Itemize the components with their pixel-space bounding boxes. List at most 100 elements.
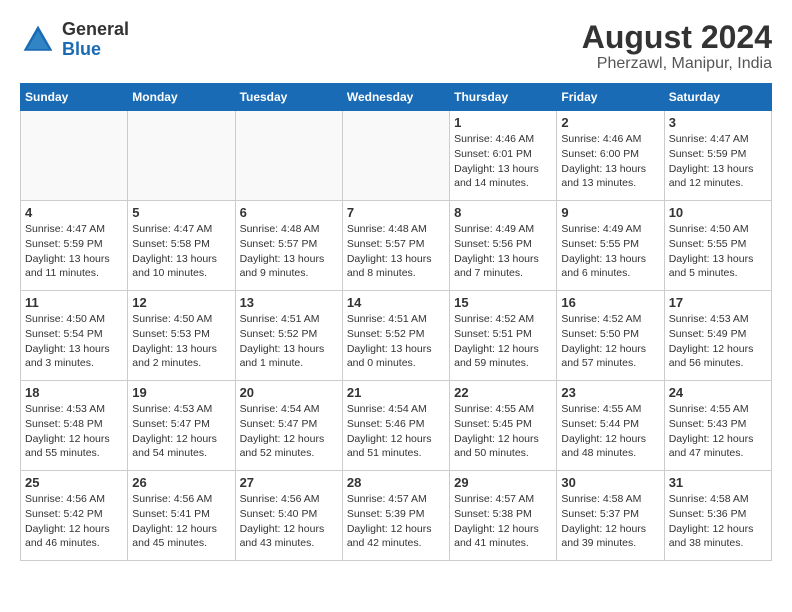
day-info: Sunrise: 4:48 AMSunset: 5:57 PMDaylight:… (347, 222, 445, 281)
calendar-cell: 24Sunrise: 4:55 AMSunset: 5:43 PMDayligh… (664, 381, 771, 471)
day-info: Sunrise: 4:53 AMSunset: 5:48 PMDaylight:… (25, 402, 123, 461)
day-info: Sunrise: 4:54 AMSunset: 5:46 PMDaylight:… (347, 402, 445, 461)
calendar-cell: 20Sunrise: 4:54 AMSunset: 5:47 PMDayligh… (235, 381, 342, 471)
page-subtitle: Pherzawl, Manipur, India (582, 55, 772, 73)
day-info: Sunrise: 4:57 AMSunset: 5:38 PMDaylight:… (454, 492, 552, 551)
calendar-cell: 9 Sunrise: 4:49 AMSunset: 5:55 PMDaylight… (557, 201, 664, 291)
calendar-table: SundayMondayTuesdayWednesdayThursdayFrid… (20, 83, 772, 561)
calendar-day-header-thursday: Thursday (450, 84, 557, 111)
day-info: Sunrise: 4:56 AMSunset: 5:42 PMDaylight:… (25, 492, 123, 551)
calendar-cell: 4Sunrise: 4:47 AMSunset: 5:59 PMDaylight… (21, 201, 128, 291)
day-number: 14 (347, 295, 445, 310)
calendar-cell: 27Sunrise: 4:56 AMSunset: 5:40 PMDayligh… (235, 471, 342, 561)
day-info: Sunrise: 4:55 AMSunset: 5:44 PMDaylight:… (561, 402, 659, 461)
week-row-3: 11Sunrise: 4:50 AMSunset: 5:54 PMDayligh… (21, 291, 772, 381)
calendar-cell: 25 Sunrise: 4:56 AMSunset: 5:42 PMDayligh… (21, 471, 128, 561)
page-header: General Blue August 2024 Pherzawl, Manip… (20, 20, 772, 73)
day-info: Sunrise: 4:52 AMSunset: 5:51 PMDaylight:… (454, 312, 552, 371)
calendar-header-row: SundayMondayTuesdayWednesdayThursdayFrid… (21, 84, 772, 111)
day-info: Sunrise: 4:53 AMSunset: 5:47 PMDaylight:… (132, 402, 230, 461)
calendar-day-header-saturday: Saturday (664, 84, 771, 111)
week-row-2: 4Sunrise: 4:47 AMSunset: 5:59 PMDaylight… (21, 201, 772, 291)
calendar-cell: 21 Sunrise: 4:54 AMSunset: 5:46 PMDayligh… (342, 381, 449, 471)
day-number: 26 (132, 475, 230, 490)
day-info: Sunrise: 4:48 AMSunset: 5:57 PMDaylight:… (240, 222, 338, 281)
calendar-cell: 28 Sunrise: 4:57 AMSunset: 5:39 PMDayligh… (342, 471, 449, 561)
calendar-cell: 10 Sunrise: 4:50 AMSunset: 5:55 PMDayligh… (664, 201, 771, 291)
day-number: 2 (561, 115, 659, 130)
calendar-day-header-wednesday: Wednesday (342, 84, 449, 111)
day-info: Sunrise: 4:51 AMSunset: 5:52 PMDaylight:… (240, 312, 338, 371)
calendar-cell: 17Sunrise: 4:53 AMSunset: 5:49 PMDayligh… (664, 291, 771, 381)
day-info: Sunrise: 4:49 AMSunset: 5:55 PMDaylight:… (561, 222, 659, 281)
calendar-cell: 16Sunrise: 4:52 AMSunset: 5:50 PMDayligh… (557, 291, 664, 381)
day-number: 5 (132, 205, 230, 220)
day-number: 13 (240, 295, 338, 310)
day-number: 21 (347, 385, 445, 400)
calendar-cell: 11Sunrise: 4:50 AMSunset: 5:54 PMDayligh… (21, 291, 128, 381)
calendar-day-header-friday: Friday (557, 84, 664, 111)
day-number: 6 (240, 205, 338, 220)
day-number: 22 (454, 385, 552, 400)
day-number: 19 (132, 385, 230, 400)
calendar-cell: 12 Sunrise: 4:50 AMSunset: 5:53 PMDayligh… (128, 291, 235, 381)
calendar-cell: 31 Sunrise: 4:58 AMSunset: 5:36 PMDayligh… (664, 471, 771, 561)
day-number: 10 (669, 205, 767, 220)
calendar-day-header-tuesday: Tuesday (235, 84, 342, 111)
day-info: Sunrise: 4:46 AMSunset: 6:01 PMDaylight:… (454, 132, 552, 191)
day-info: Sunrise: 4:46 AMSunset: 6:00 PMDaylight:… (561, 132, 659, 191)
logo-general: General (62, 19, 129, 39)
calendar-cell (342, 111, 449, 201)
day-info: Sunrise: 4:57 AMSunset: 5:39 PMDaylight:… (347, 492, 445, 551)
day-number: 9 (561, 205, 659, 220)
week-row-4: 18Sunrise: 4:53 AMSunset: 5:48 PMDayligh… (21, 381, 772, 471)
day-number: 23 (561, 385, 659, 400)
title-section: August 2024 Pherzawl, Manipur, India (582, 20, 772, 73)
calendar-cell: 22Sunrise: 4:55 AMSunset: 5:45 PMDayligh… (450, 381, 557, 471)
day-info: Sunrise: 4:53 AMSunset: 5:49 PMDaylight:… (669, 312, 767, 371)
day-number: 16 (561, 295, 659, 310)
calendar-cell (128, 111, 235, 201)
calendar-cell: 19 Sunrise: 4:53 AMSunset: 5:47 PMDayligh… (128, 381, 235, 471)
calendar-cell: 29 Sunrise: 4:57 AMSunset: 5:38 PMDayligh… (450, 471, 557, 561)
day-number: 7 (347, 205, 445, 220)
day-info: Sunrise: 4:54 AMSunset: 5:47 PMDaylight:… (240, 402, 338, 461)
calendar-day-header-sunday: Sunday (21, 84, 128, 111)
calendar-cell: 8 Sunrise: 4:49 AMSunset: 5:56 PMDaylight… (450, 201, 557, 291)
day-info: Sunrise: 4:49 AMSunset: 5:56 PMDaylight:… (454, 222, 552, 281)
calendar-cell: 26Sunrise: 4:56 AMSunset: 5:41 PMDayligh… (128, 471, 235, 561)
day-info: Sunrise: 4:55 AMSunset: 5:43 PMDaylight:… (669, 402, 767, 461)
day-info: Sunrise: 4:50 AMSunset: 5:55 PMDaylight:… (669, 222, 767, 281)
calendar-cell: 13 Sunrise: 4:51 AMSunset: 5:52 PMDayligh… (235, 291, 342, 381)
day-number: 28 (347, 475, 445, 490)
day-number: 25 (25, 475, 123, 490)
calendar-day-header-monday: Monday (128, 84, 235, 111)
day-number: 8 (454, 205, 552, 220)
day-number: 12 (132, 295, 230, 310)
calendar-cell: 1Sunrise: 4:46 AMSunset: 6:01 PMDaylight… (450, 111, 557, 201)
day-info: Sunrise: 4:58 AMSunset: 5:37 PMDaylight:… (561, 492, 659, 551)
day-number: 31 (669, 475, 767, 490)
day-info: Sunrise: 4:47 AMSunset: 5:59 PMDaylight:… (25, 222, 123, 281)
calendar-cell: 5 Sunrise: 4:47 AMSunset: 5:58 PMDaylight… (128, 201, 235, 291)
day-info: Sunrise: 4:58 AMSunset: 5:36 PMDaylight:… (669, 492, 767, 551)
logo: General Blue (20, 20, 129, 60)
day-info: Sunrise: 4:50 AMSunset: 5:53 PMDaylight:… (132, 312, 230, 371)
day-number: 30 (561, 475, 659, 490)
calendar-cell: 30 Sunrise: 4:58 AMSunset: 5:37 PMDayligh… (557, 471, 664, 561)
logo-blue: Blue (62, 39, 101, 59)
day-info: Sunrise: 4:50 AMSunset: 5:54 PMDaylight:… (25, 312, 123, 371)
week-row-1: 1Sunrise: 4:46 AMSunset: 6:01 PMDaylight… (21, 111, 772, 201)
day-info: Sunrise: 4:47 AMSunset: 5:59 PMDaylight:… (669, 132, 767, 191)
calendar-cell: 3 Sunrise: 4:47 AMSunset: 5:59 PMDaylight… (664, 111, 771, 201)
day-number: 3 (669, 115, 767, 130)
day-info: Sunrise: 4:47 AMSunset: 5:58 PMDaylight:… (132, 222, 230, 281)
calendar-cell: 23 Sunrise: 4:55 AMSunset: 5:44 PMDayligh… (557, 381, 664, 471)
calendar-cell (21, 111, 128, 201)
calendar-cell: 14Sunrise: 4:51 AMSunset: 5:52 PMDayligh… (342, 291, 449, 381)
week-row-5: 25 Sunrise: 4:56 AMSunset: 5:42 PMDayligh… (21, 471, 772, 561)
day-info: Sunrise: 4:56 AMSunset: 5:40 PMDaylight:… (240, 492, 338, 551)
calendar-cell (235, 111, 342, 201)
calendar-cell: 6 Sunrise: 4:48 AMSunset: 5:57 PMDaylight… (235, 201, 342, 291)
day-number: 29 (454, 475, 552, 490)
